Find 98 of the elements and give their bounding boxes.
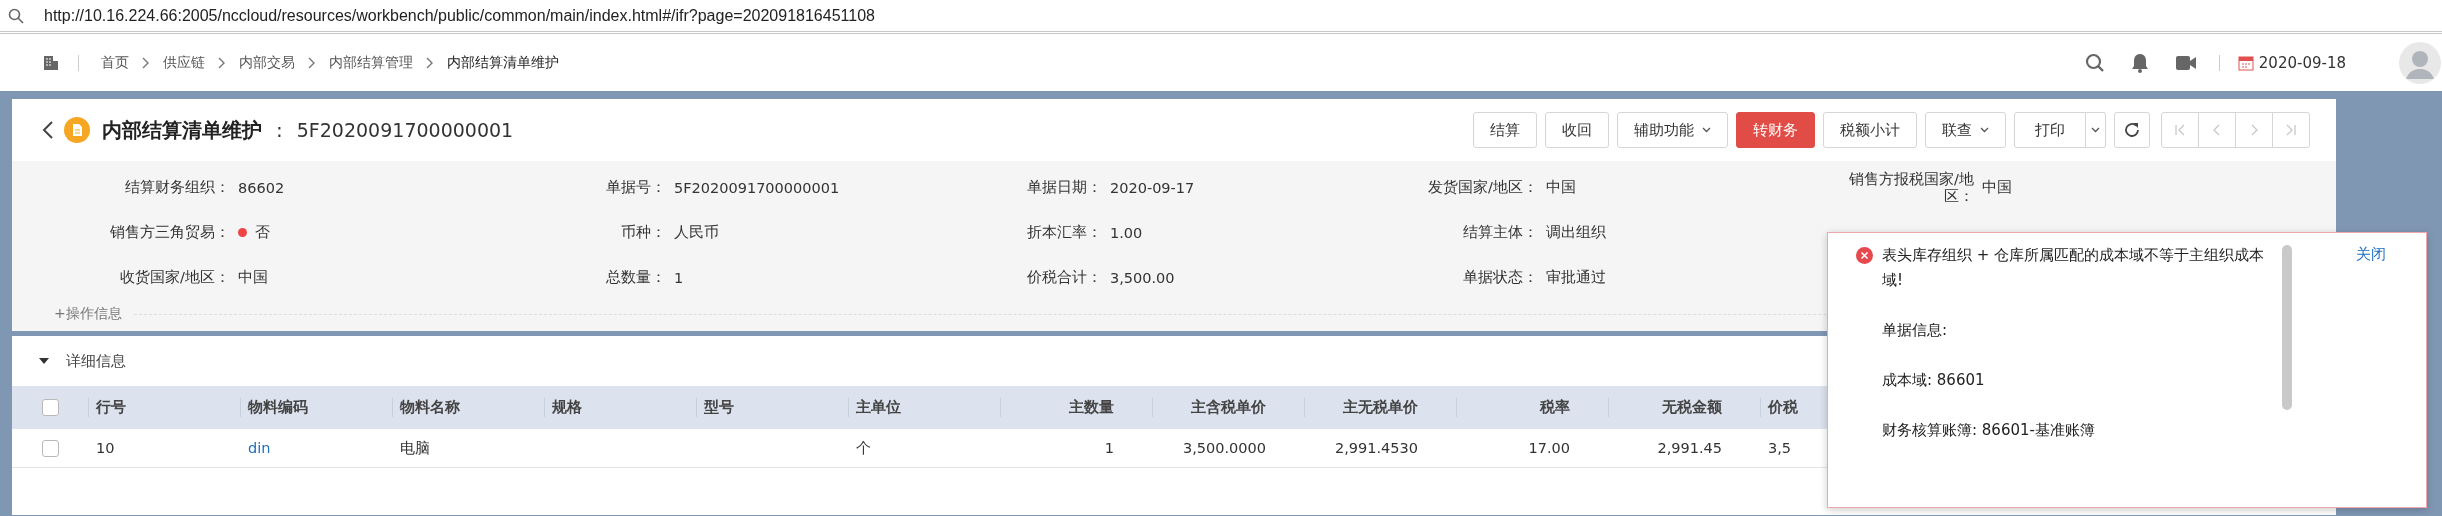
column-header[interactable]: 主数量	[1069, 398, 1114, 417]
field-label: 收货国家/地区：	[119, 269, 230, 286]
column-header[interactable]: 规格	[552, 398, 582, 417]
column-header[interactable]: 主含税单价	[1191, 398, 1266, 417]
caret-icon	[1702, 127, 1711, 133]
search-icon[interactable]	[8, 7, 24, 24]
chevron-right-icon	[141, 56, 151, 69]
breadcrumb-link[interactable]: 内部结算管理	[329, 53, 413, 72]
breadcrumb-link[interactable]: 内部交易	[239, 53, 295, 72]
field-label: 单据号：	[605, 179, 666, 196]
table-cell: 2,991.45	[1657, 440, 1722, 456]
column-header[interactable]: 物料名称	[400, 398, 460, 417]
column-header[interactable]: 主无税单价	[1343, 398, 1418, 417]
detail-line: 单据信息:	[1882, 320, 1949, 341]
field-label: 结算财务组织：	[124, 179, 230, 196]
field-value: 5F2020091700000001	[674, 179, 840, 196]
dropdown-toggle[interactable]	[2086, 112, 2106, 148]
transfer-button[interactable]: 转财务	[1736, 112, 1815, 148]
back-icon[interactable]	[42, 120, 54, 140]
checkbox[interactable]	[41, 399, 59, 416]
status-dot	[238, 228, 247, 237]
skip-icon	[2285, 123, 2297, 137]
field-label: 总数量：	[605, 269, 666, 286]
field-value: 审批通过	[1546, 268, 1606, 287]
chevron-right-icon	[217, 56, 227, 69]
field-label: 结算主体：	[1462, 224, 1538, 241]
field-value: 否	[255, 223, 270, 242]
detail-line: 财务核算账簿: 86601-基准账簿	[1882, 420, 2096, 441]
dropdown-button[interactable]: 联查	[1925, 112, 2006, 148]
material-code-link[interactable]: din	[248, 440, 271, 456]
print-button[interactable]: 打印	[2014, 112, 2086, 148]
detail-line: 成本域: 86601	[1882, 370, 1986, 391]
column-header[interactable]: 价税	[1768, 398, 1798, 417]
toolbar-button[interactable]: 结算	[1473, 112, 1537, 148]
search-icon[interactable]	[2084, 52, 2105, 73]
field-value: 人民币	[674, 223, 719, 242]
table-cell: 3,500.0000	[1182, 440, 1266, 456]
field-label: 折本汇率：	[1026, 224, 1102, 241]
field-value: 86602	[238, 179, 285, 196]
calendar-icon	[2237, 54, 2254, 71]
field-label: 单据状态：	[1462, 269, 1538, 286]
scrollbar-thumb[interactable]	[2282, 245, 2292, 410]
table-cell: 10	[96, 440, 115, 456]
toolbar-button[interactable]: 税额小计	[1823, 112, 1917, 148]
dropdown-button[interactable]: 辅助功能	[1617, 112, 1728, 148]
field-value: 中国	[1982, 178, 2012, 197]
field-label: 发货国家/地区：	[1427, 179, 1538, 196]
column-header[interactable]: 物料编码	[248, 398, 308, 417]
breadcrumb-link[interactable]: 首页	[101, 53, 129, 72]
field-label: 单据日期：	[1026, 179, 1102, 196]
field-label: 销售方报税国家/地区：	[1848, 170, 1974, 205]
date-text: 2020-09-18	[2258, 53, 2346, 72]
caret-icon	[2091, 127, 2100, 133]
table-cell: 3,5	[1768, 440, 1792, 456]
column-header[interactable]: 税率	[1540, 398, 1570, 417]
title-separator: :	[276, 118, 283, 142]
building-icon[interactable]	[42, 53, 60, 72]
field-value: 中国	[1546, 178, 1576, 197]
column-header[interactable]: 无税金额	[1662, 398, 1722, 417]
bell-icon[interactable]	[2130, 52, 2149, 73]
document-icon	[64, 117, 90, 143]
close-link[interactable]: 关闭	[2356, 245, 2386, 264]
bill-number: 5F2020091700000001	[296, 119, 514, 141]
caret-icon	[1980, 127, 1989, 133]
refresh-button[interactable]	[2114, 112, 2150, 148]
column-header[interactable]: 型号	[704, 398, 734, 417]
skip-icon	[2174, 123, 2186, 137]
field-value: 1	[674, 269, 684, 286]
url-text[interactable]: http://10.16.224.66:2005/nccloud/resources/workbench/public/common/main/index.html#/ifr?page=202091816451108	[44, 6, 875, 25]
error-icon	[1856, 247, 1873, 264]
table-cell: 2,991.4530	[1334, 440, 1418, 456]
refresh-icon	[2123, 121, 2141, 139]
table-cell: 个	[856, 438, 871, 458]
operation-info-link[interactable]: +操作信息	[54, 305, 122, 323]
field-label: 币种：	[620, 224, 666, 241]
field-label: 价税合计：	[1026, 269, 1102, 286]
chevron-right-icon	[425, 56, 435, 69]
table-cell: 电脑	[400, 438, 430, 458]
chevron-right-icon	[307, 56, 317, 69]
field-value: 2020-09-17	[1110, 179, 1195, 196]
toolbar-button[interactable]: 收回	[1545, 112, 1609, 148]
field-value: 3,500.00	[1110, 269, 1175, 286]
field-value: 1.00	[1110, 224, 1143, 241]
avatar[interactable]	[2398, 40, 2442, 85]
column-header[interactable]: 主单位	[856, 398, 901, 417]
column-header[interactable]: 行号	[96, 398, 126, 417]
field-value: 中国	[238, 268, 268, 287]
field-label: 销售方三角贸易：	[109, 224, 230, 241]
page-title: 内部结算清单维护	[102, 116, 262, 144]
breadcrumb-link[interactable]: 内部结算清单维护	[447, 53, 559, 72]
video-icon[interactable]	[2174, 53, 2197, 72]
error-message: 表头库存组织 + 仓库所属匹配的成本域不等于主组织成本域!	[1882, 245, 2266, 291]
field-value: 调出组织	[1546, 223, 1606, 242]
section-title[interactable]: 详细信息	[66, 351, 126, 371]
checkbox[interactable]	[41, 439, 59, 457]
table-cell: 17.00	[1528, 440, 1570, 456]
table-cell: 1	[1104, 440, 1114, 456]
breadcrumb-link[interactable]: 供应链	[163, 53, 205, 72]
